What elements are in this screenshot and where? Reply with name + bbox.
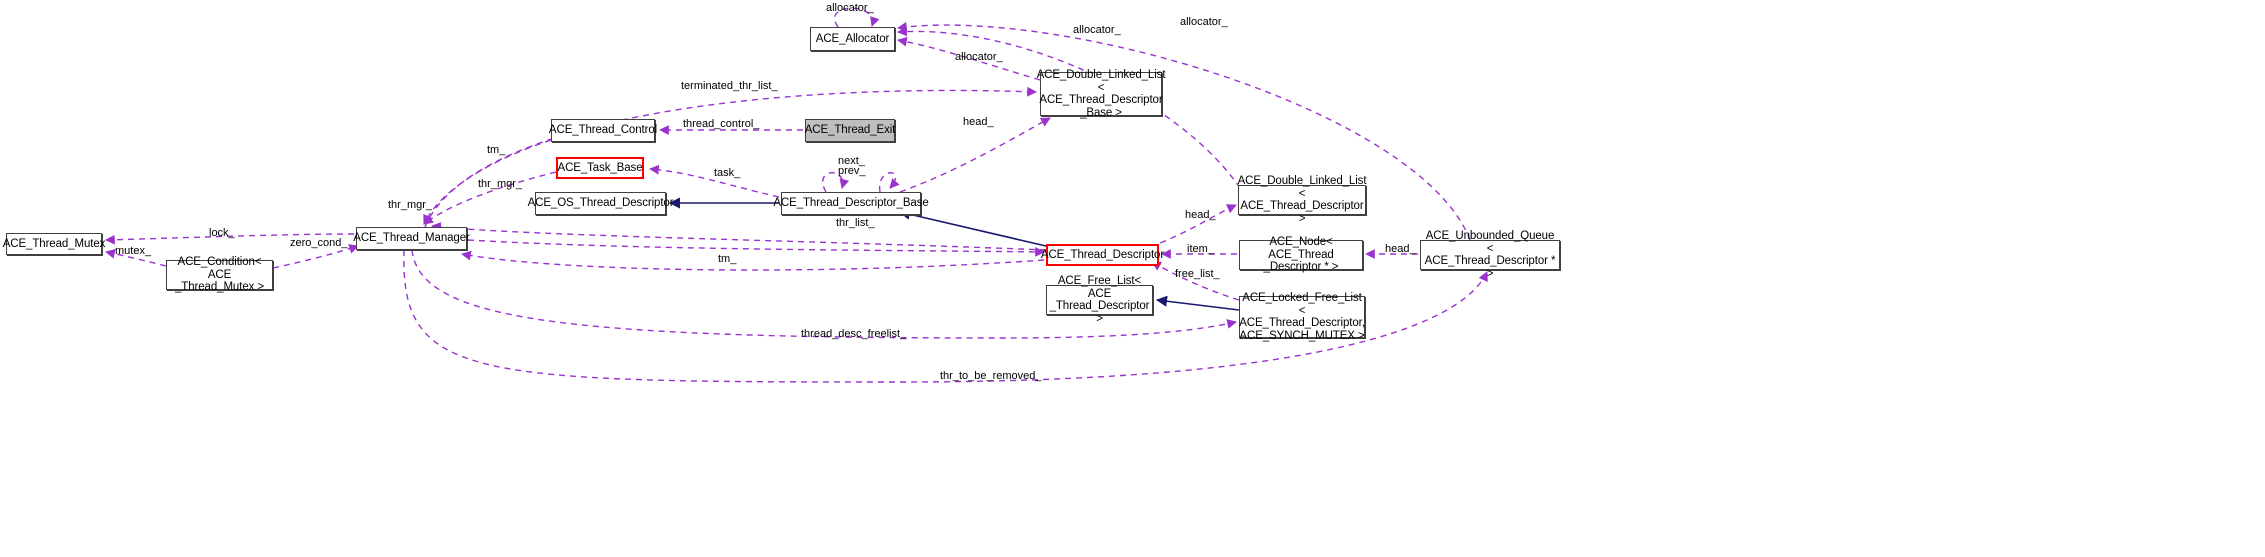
edge-label-mutex: mutex_ xyxy=(115,245,152,257)
edge-inherit-free-list xyxy=(1155,295,1240,311)
edge-label-task: task_ xyxy=(714,167,741,179)
edge-label-thr-to-be-removed: thr_to_be_removed_ xyxy=(940,370,1042,382)
edge-thr-list xyxy=(467,239,1045,257)
edge-label-thr-list: thr_list_ xyxy=(836,217,875,229)
edge-label-terminated-thr-list: terminated_thr_list_ xyxy=(681,80,778,92)
node-ace-thread-mutex[interactable]: ACE_Thread_Mutex xyxy=(3,233,105,255)
edge-label-thr-mgr-lower: thr_mgr_ xyxy=(388,199,433,211)
edge-label-item: item_ xyxy=(1187,243,1214,255)
node-ace-free-list-thread-descriptor[interactable]: ACE_Free_List< ACE _Thread_Descriptor > xyxy=(1046,275,1153,325)
edge-label-head-queue: head_ xyxy=(1385,243,1416,255)
node-ace-allocator[interactable]: ACE_Allocator xyxy=(810,27,895,51)
edge-label-prev: prev_ xyxy=(838,165,866,177)
edge-label-tm-upper: tm_ xyxy=(487,144,506,156)
edge-thr-mgr-descriptor xyxy=(431,222,1047,251)
node-ace-thread-manager[interactable]: ACE_Thread_Manager xyxy=(353,227,470,250)
edge-label-head-dll-td: head_ xyxy=(1185,209,1216,221)
edge-label-allocator-lower: allocator_ xyxy=(955,51,1003,63)
node-ace-task-base[interactable]: ACE_Task_Base xyxy=(556,157,644,179)
edge-zero-cond xyxy=(272,244,359,269)
edge-terminated-thr-list xyxy=(424,86,1037,228)
edge-label-head-dll-base: head_ xyxy=(963,116,994,128)
edge-label-thread-desc-freelist: thread_desc_freelist_ xyxy=(801,328,907,340)
edge-label-allocator-right-a: allocator_ xyxy=(1073,24,1121,36)
edge-label-allocator-top: allocator_ xyxy=(826,2,874,14)
edge-head-dllbase xyxy=(899,117,1051,193)
node-double-linked-list-thread-descriptor[interactable]: ACE_Double_Linked_List < ACE_Thread_Desc… xyxy=(1238,175,1367,225)
node-ace-locked-free-list[interactable]: ACE_Locked_Free_List < ACE_Thread_Descri… xyxy=(1239,292,1365,342)
node-ace-node-thread-descriptor[interactable]: ACE_Node< ACE_Thread _Descriptor * > xyxy=(1239,236,1363,273)
edge-label-zero-cond: zero_cond_ xyxy=(290,237,348,249)
edge-label-thread-control: thread_control_ xyxy=(683,118,760,130)
edge-label-allocator-right-b: allocator_ xyxy=(1180,16,1228,28)
node-ace-thread-exit[interactable]: ACE_Thread_Exit xyxy=(805,119,895,142)
node-ace-condition-thread-mutex[interactable]: ACE_Condition< ACE _Thread_Mutex > xyxy=(166,256,273,293)
edge-inherit-thread-descriptor-base xyxy=(898,208,1047,247)
node-ace-os-thread-descriptor[interactable]: ACE_OS_Thread_Descriptor xyxy=(528,192,674,215)
edge-label-thr-mgr-upper: thr_mgr_ xyxy=(478,178,523,190)
node-double-linked-list-thread-descriptor-base[interactable]: ACE_Double_Linked_List < ACE_Thread_Desc… xyxy=(1037,69,1166,119)
node-ace-unbounded-queue[interactable]: ACE_Unbounded_Queue < ACE_Thread_Descrip… xyxy=(1420,230,1560,280)
node-ace-thread-descriptor[interactable]: ACE_Thread_Descriptor xyxy=(1041,244,1164,266)
edge-label-free-list: free_list_ xyxy=(1175,268,1220,280)
edge-prev-self xyxy=(879,172,900,193)
node-ace-thread-control[interactable]: ACE_Thread_Control xyxy=(549,119,657,142)
node-ace-thread-descriptor-base[interactable]: ACE_Thread_Descriptor_Base xyxy=(773,192,929,215)
edge-tm-lower xyxy=(461,250,1045,271)
collaboration-diagram: ACE_Allocator ACE_Double_Linked_List < A… xyxy=(0,0,2265,557)
edge-label-tm-lower: tm_ xyxy=(718,253,737,265)
edge-label-lock: lock_ xyxy=(209,227,235,239)
